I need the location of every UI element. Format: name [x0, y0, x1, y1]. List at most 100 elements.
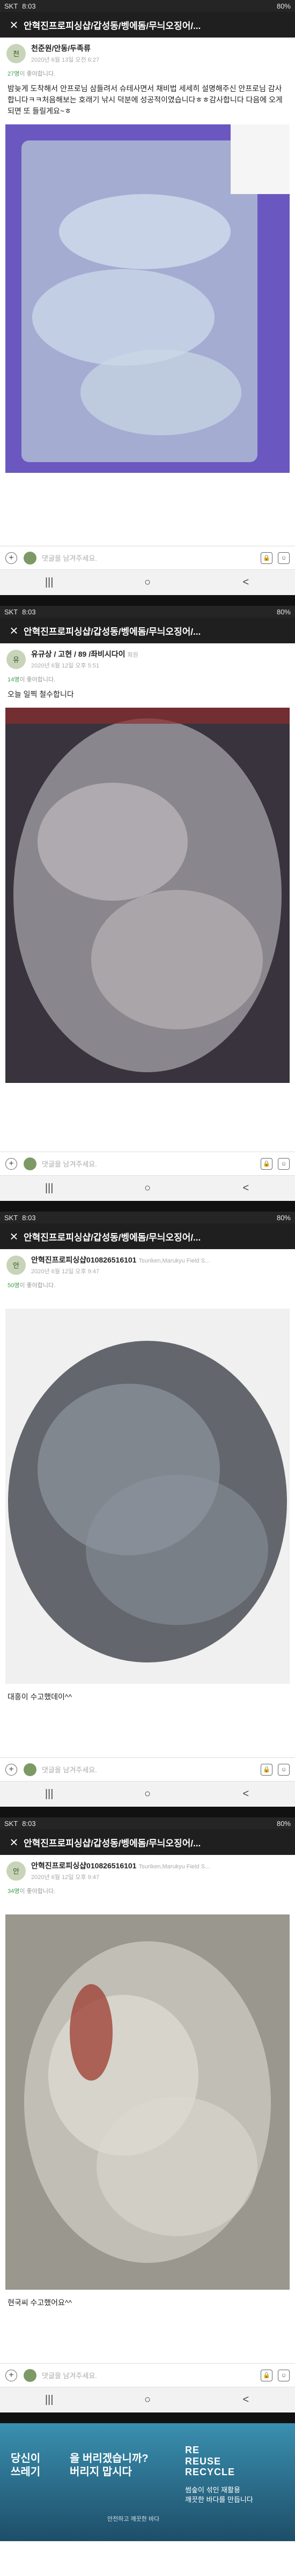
emoji-icon[interactable]: ☺ [278, 1157, 290, 1170]
ad-text-1: 당신이 쓰레기 [11, 2452, 40, 2479]
clock: 8:03 [22, 1213, 36, 1222]
ad-description: 썸숲이 섞인 재활용 깨끗한 바다를 만듭니다 [185, 2486, 253, 2504]
lock-icon[interactable]: 🔒 [261, 552, 272, 564]
app-title: 안혁진프로피싱샵/갑성동/벵에돔/무늬오징어/... [24, 1232, 201, 1243]
status-bar: SKT 8:03 80% [0, 0, 295, 12]
likes-rest: 이 좋아합니다. [19, 677, 56, 683]
author-sub: Tsuriken,Marukyu Field S... [138, 1258, 210, 1264]
post-photo[interactable] [5, 708, 290, 1083]
emoji-icon[interactable]: ☺ [278, 552, 290, 564]
recent-apps-button[interactable]: ||| [33, 2394, 65, 2406]
status-bar: SKT 8:03 80% [0, 1212, 295, 1223]
status-bar: SKT 8:03 80% [0, 606, 295, 618]
emoji-icon[interactable]: ☺ [278, 2369, 290, 2381]
comment-input[interactable]: 댓글을 남겨주세요. [42, 1159, 255, 1169]
carrier: SKT [4, 1819, 18, 1828]
back-button[interactable]: < [230, 1788, 262, 1800]
home-button[interactable]: ○ [131, 1182, 164, 1194]
home-button[interactable]: ○ [131, 2394, 164, 2406]
author-name: 유규상 / 고현 / 89 /좌비시다이 [31, 650, 126, 658]
likes-summary[interactable]: 14명이 좋아합니다. [0, 673, 295, 687]
carrier: SKT [4, 607, 18, 616]
commenter-avatar [24, 551, 36, 565]
avatar[interactable]: 천 [6, 43, 26, 63]
ad-reuse-text: RE REUSE RECYCLE [185, 2445, 235, 2478]
lock-icon[interactable]: 🔒 [261, 2369, 272, 2381]
status-bar: SKT 8:03 80% [0, 1817, 295, 1829]
close-icon[interactable]: × [4, 12, 24, 38]
squid-bag-image [5, 1914, 290, 2290]
post-date: 2020년 6월 12일 오후 9:47 [31, 1874, 100, 1881]
ad-banner[interactable]: 당신이 쓰레기 을 버리겠습니까? 버리지 맙시다 RE REUSE RECYCLE… [0, 2423, 295, 2541]
comment-bar: + 댓글을 남겨주세요. 🔒 ☺ [0, 2363, 295, 2387]
post-date: 2020년 6월 13일 오전 6:27 [31, 57, 100, 63]
comment-bar: + 댓글을 남겨주세요. 🔒 ☺ [0, 1757, 295, 1781]
author-name: 안혁진프로피싱샵010826516101 [31, 1861, 137, 1870]
clock: 8:03 [22, 607, 36, 616]
post-photo[interactable] [5, 1914, 290, 2290]
likes-summary[interactable]: 34명이 좋아합니다. [0, 1884, 295, 1898]
squid-pile-image [5, 708, 290, 1083]
likes-summary[interactable]: 27명이 좋아합니다. [0, 67, 295, 81]
close-icon[interactable]: × [4, 618, 24, 643]
home-button[interactable]: ○ [131, 576, 164, 589]
comment-bar: + 댓글을 남겨주세요. 🔒 ☺ [0, 546, 295, 569]
carrier: SKT [4, 1213, 18, 1222]
likes-count: 34명 [8, 1888, 20, 1895]
post-body: 밤늦게 도착해서 안프로님 삼들려서 슈테사면서 채비법 세세히 설명해주신 안… [8, 84, 283, 115]
ad-text-2: 을 버리겠습니까? 버리지 맙시다 [70, 2452, 149, 2479]
battery-text: 80% [276, 607, 291, 616]
comment-bar: + 댓글을 남겨주세요. 🔒 ☺ [0, 1152, 295, 1175]
likes-summary[interactable]: 50명이 좋아합니다. [0, 1279, 295, 1293]
post-caption: 대흥이 수고했데이^^ [8, 1692, 72, 1701]
add-icon[interactable]: + [5, 2369, 17, 2381]
back-button[interactable]: < [230, 1182, 262, 1194]
comment-input[interactable]: 댓글을 남겨주세요. [42, 553, 255, 563]
close-icon[interactable]: × [4, 1223, 24, 1249]
lock-icon[interactable]: 🔒 [261, 1763, 272, 1776]
battery-text: 80% [276, 1213, 291, 1222]
comment-input[interactable]: 댓글을 남겨주세요. [42, 2370, 255, 2380]
battery-text: 80% [276, 2, 291, 10]
author-sub: Tsuriken,Marukyu Field S... [138, 1864, 210, 1870]
commenter-avatar [24, 1157, 36, 1170]
clock: 8:03 [22, 1819, 36, 1828]
avatar[interactable]: 안 [6, 1861, 26, 1881]
recent-apps-button[interactable]: ||| [33, 1788, 65, 1800]
likes-rest: 이 좋아합니다. [19, 71, 56, 77]
author-name: 천준원/안동/두족류 [31, 44, 91, 53]
avatar[interactable]: 안 [6, 1255, 26, 1275]
battery-text: 80% [276, 1819, 291, 1828]
post-photo[interactable] [5, 124, 290, 473]
post-author[interactable]: 안 안혁진프로피싱샵010826516101 Tsuriken,Marukyu F… [0, 1249, 295, 1279]
app-title-bar: × 안혁진프로피싱샵/갑성동/벵에돔/무늬오징어/... [0, 12, 295, 38]
add-icon[interactable]: + [5, 1763, 17, 1776]
avatar[interactable]: 유 [6, 649, 26, 669]
post-photo[interactable] [5, 1309, 290, 1684]
comment-input[interactable]: 댓글을 남겨주세요. [42, 1764, 255, 1775]
author-sub: 회원 [127, 652, 138, 658]
app-title: 안혁진프로피싱샵/갑성동/벵에돔/무늬오징어/... [24, 626, 201, 637]
ad-line-1: 당신이 [11, 2453, 41, 2464]
post-author[interactable]: 유 유규상 / 고현 / 89 /좌비시다이 회원 2020년 6월 12일 오후… [0, 643, 295, 673]
emoji-icon[interactable]: ☺ [278, 1763, 290, 1776]
screen-4: SKT 8:03 80% × 안혁진프로피싱샵/갑성동/벵에돔/무늬오징어/...… [0, 1817, 295, 2423]
post-author[interactable]: 안 안혁진프로피싱샵010826516101 Tsuriken,Marukyu F… [0, 1855, 295, 1884]
screenshot-stack: SKT 8:03 80% × 안혁진프로피싱샵/갑성동/벵에돔/무늬오징어/...… [0, 0, 295, 2541]
post-date: 2020년 6월 12일 오후 5:51 [31, 663, 100, 669]
back-button[interactable]: < [230, 2394, 262, 2406]
close-icon[interactable]: × [4, 1829, 24, 1855]
squid-bag-image [5, 1309, 290, 1684]
clock: 8:03 [22, 2, 36, 10]
back-button[interactable]: < [230, 576, 262, 589]
home-button[interactable]: ○ [131, 1788, 164, 1800]
recent-apps-button[interactable]: ||| [33, 1182, 65, 1194]
post-author[interactable]: 천 천준원/안동/두족류 2020년 6월 13일 오전 6:27 [0, 38, 295, 67]
lock-icon[interactable]: 🔒 [261, 1157, 272, 1170]
author-name: 안혁진프로피싱샵010826516101 [31, 1256, 137, 1264]
commenter-avatar [24, 2369, 36, 2382]
add-icon[interactable]: + [5, 1157, 17, 1170]
recent-apps-button[interactable]: ||| [33, 576, 65, 589]
app-title-bar: × 안혁진프로피싱샵/갑성동/벵에돔/무늬오징어/... [0, 1829, 295, 1855]
add-icon[interactable]: + [5, 552, 17, 564]
